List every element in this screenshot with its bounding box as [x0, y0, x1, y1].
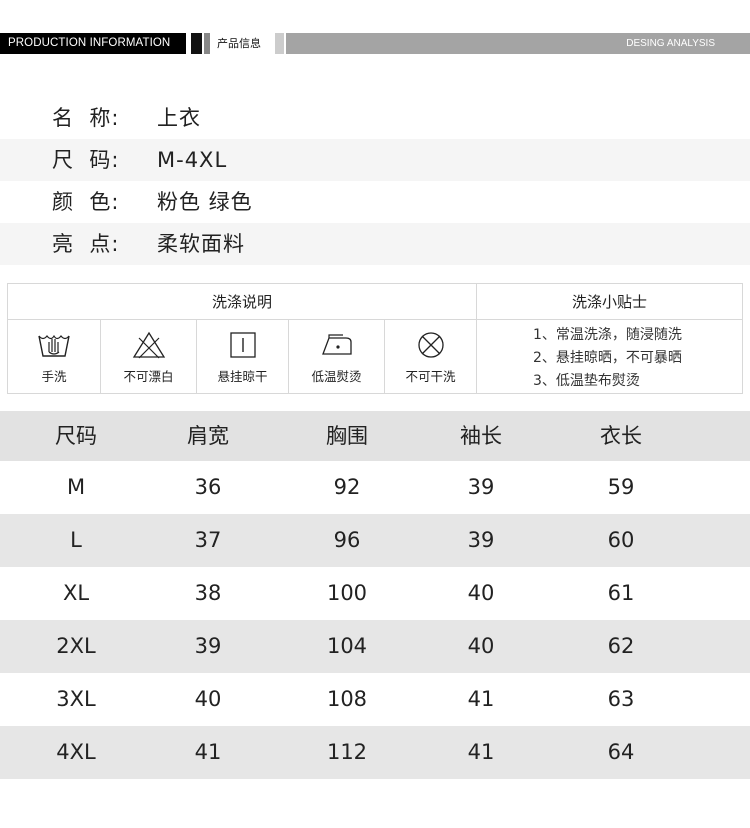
table-cell: 39 [194, 634, 222, 658]
info-label: 尺 码: [52, 148, 120, 172]
wash-tip: 2、悬挂晾晒，不可暴晒 [533, 350, 682, 366]
table-cell: 3XL [56, 687, 96, 711]
table-row: M 36 92 39 59 [0, 461, 750, 514]
info-value: 柔软面料 [157, 232, 245, 256]
table-cell: 37 [194, 528, 222, 552]
section-header-bar: PRODUCTION INFORMATION 产品信息 DESING ANALY… [0, 33, 750, 54]
hand-wash-icon [38, 334, 70, 357]
info-value: 粉色 绿色 [157, 190, 253, 214]
table-cell: 59 [607, 475, 635, 499]
table-cell: 41 [467, 740, 495, 764]
no-bleach-icon [132, 331, 165, 359]
table-cell: 39 [467, 475, 495, 499]
hang-dry-icon [229, 332, 256, 358]
product-info-list: 名 称: 上衣 尺 码: M-4XL 颜 色: 粉色 绿色 亮 点: 柔软面料 [0, 97, 750, 265]
table-cell: 2XL [56, 634, 96, 658]
info-value: 上衣 [157, 106, 201, 130]
header-divider-block [275, 33, 284, 54]
wash-item-label: 低温熨烫 [311, 369, 362, 384]
table-cell: 60 [607, 528, 635, 552]
table-cell: 41 [467, 687, 495, 711]
low-iron-icon [321, 334, 352, 355]
wash-item-label: 不可漂白 [123, 369, 174, 384]
table-cell: XL [62, 581, 90, 605]
info-row-highlight: 亮 点: 柔软面料 [0, 223, 750, 265]
table-row: 4XL 41 112 41 64 [0, 726, 750, 779]
table-cell: 104 [326, 634, 368, 658]
table-row: 3XL 40 108 41 63 [0, 673, 750, 726]
design-analysis-label: DESING ANALYSIS [286, 33, 750, 54]
table-cell: 41 [194, 740, 222, 764]
no-dry-clean-icon [417, 332, 444, 358]
table-cell: 40 [467, 581, 495, 605]
table-cell: 38 [194, 581, 222, 605]
table-cell: 96 [333, 528, 361, 552]
table-row: XL 38 100 40 61 [0, 567, 750, 620]
table-cell: 61 [607, 581, 635, 605]
table-cell: 36 [194, 475, 222, 499]
header-divider-block [204, 33, 210, 54]
wash-instructions-title: 洗涤说明 [8, 284, 477, 320]
info-row-size: 尺 码: M-4XL [0, 139, 750, 181]
product-info-cn-label: 产品信息 [217, 37, 261, 50]
wash-item-hand-wash: 手洗 [8, 320, 101, 393]
info-label: 名 称: [52, 106, 120, 130]
info-label: 颜 色: [52, 190, 120, 214]
size-table: 尺码 肩宽 胸围 袖长 衣长 M 36 92 39 59 L 37 96 39 … [0, 411, 750, 779]
size-table-header: 肩宽 [187, 424, 229, 448]
table-cell: M [66, 475, 86, 499]
table-row: 2XL 39 104 40 62 [0, 620, 750, 673]
wash-item-label: 悬挂晾干 [217, 369, 268, 384]
info-label: 亮 点: [52, 232, 120, 256]
size-table-header: 胸围 [326, 424, 368, 448]
wash-tips-title: 洗涤小贴士 [477, 284, 742, 320]
wash-tip: 1、常温洗涤，随浸随洗 [533, 327, 682, 343]
size-table-header: 尺码 [55, 424, 97, 448]
wash-item-no-bleach: 不可漂白 [101, 320, 197, 393]
table-cell: 40 [194, 687, 222, 711]
table-row: L 37 96 39 60 [0, 514, 750, 567]
size-table-header: 衣长 [600, 424, 642, 448]
table-cell: 92 [333, 475, 361, 499]
table-cell: 108 [326, 687, 368, 711]
table-cell: 64 [607, 740, 635, 764]
info-row-name: 名 称: 上衣 [0, 97, 750, 139]
wash-tip: 3、低温垫布熨烫 [533, 373, 640, 389]
size-table-header-row: 尺码 肩宽 胸围 袖长 衣长 [0, 411, 750, 461]
wash-tips-list: 1、常温洗涤，随浸随洗 2、悬挂晾晒，不可暴晒 3、低温垫布熨烫 [477, 320, 742, 393]
size-table-header: 袖长 [460, 424, 502, 448]
info-row-color: 颜 色: 粉色 绿色 [0, 181, 750, 223]
wash-item-no-dry-clean: 不可干洗 [385, 320, 477, 393]
production-information-label: PRODUCTION INFORMATION [0, 33, 186, 54]
table-cell: 40 [467, 634, 495, 658]
table-cell: 39 [467, 528, 495, 552]
wash-item-label: 手洗 [41, 369, 67, 384]
table-cell: 100 [326, 581, 368, 605]
wash-item-hang-dry: 悬挂晾干 [197, 320, 289, 393]
table-cell: L [70, 528, 82, 552]
header-divider-block [191, 33, 202, 54]
table-cell: 62 [607, 634, 635, 658]
table-cell: 63 [607, 687, 635, 711]
table-cell: 4XL [56, 740, 96, 764]
table-cell: 112 [326, 740, 368, 764]
wash-instructions-panel: 洗涤说明 洗涤小贴士 手洗 不可漂白 悬挂晾干 低温熨烫 不可干洗 1、常温洗涤… [7, 283, 743, 394]
wash-item-low-iron: 低温熨烫 [289, 320, 385, 393]
wash-item-label: 不可干洗 [405, 369, 456, 384]
info-value: M-4XL [157, 148, 228, 172]
